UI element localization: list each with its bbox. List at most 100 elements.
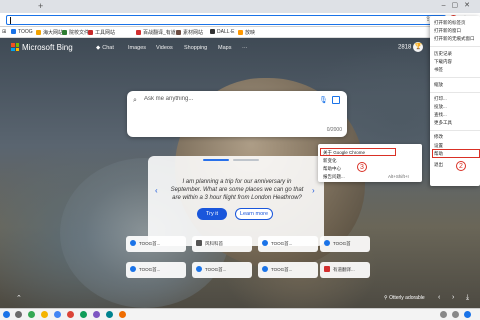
quick-link-tile[interactable]: TOOG首... bbox=[258, 236, 318, 252]
tray-icon[interactable] bbox=[452, 311, 459, 318]
step-marker-2: 2 bbox=[456, 161, 466, 171]
menu-item-zoom[interactable]: 缩放 bbox=[434, 82, 443, 88]
shortcut-label: Alt+Shift+I bbox=[388, 174, 409, 179]
chrome-taskbar-icon[interactable] bbox=[28, 311, 35, 318]
learn-more-button[interactable]: Learn more bbox=[235, 208, 273, 220]
menu-item-more-tools[interactable]: 更多工具 bbox=[434, 120, 452, 126]
app-taskbar-icon[interactable] bbox=[106, 311, 113, 318]
quick-link-tile[interactable]: 风科科首 bbox=[192, 236, 252, 252]
carousel-indicator[interactable] bbox=[233, 159, 259, 161]
bookmarks-bar: ⊞ TOOG 海大网站 院校文件 工具网站 百战翻译_有道 素材网站 DALL·… bbox=[0, 27, 480, 38]
bookmark-item[interactable]: TOOG bbox=[11, 29, 33, 35]
bookmark-item[interactable]: 院校文件 bbox=[62, 29, 89, 36]
carousel-indicator-active[interactable] bbox=[203, 159, 229, 161]
collapse-icon[interactable]: ⌃ bbox=[16, 294, 22, 302]
quick-link-tile[interactable]: TOOG首... bbox=[258, 262, 318, 278]
site-favicon bbox=[196, 240, 202, 246]
nav-shopping[interactable]: Shopping bbox=[184, 45, 207, 51]
apps-icon[interactable]: ⊞ bbox=[2, 29, 6, 35]
quick-link-tile[interactable]: TOOG首 bbox=[320, 236, 370, 252]
menu-item-incognito[interactable]: 打开新的无痕式窗口 bbox=[434, 36, 475, 42]
site-favicon bbox=[130, 240, 136, 246]
bookmark-item[interactable]: 放映 bbox=[238, 29, 255, 36]
nav-images[interactable]: Images bbox=[128, 45, 146, 51]
address-bar[interactable] bbox=[6, 15, 446, 25]
search-box: ⌕ 🎙 0/2000 bbox=[127, 91, 347, 137]
new-tab-button[interactable]: + bbox=[38, 1, 43, 11]
app-taskbar-icon[interactable] bbox=[93, 311, 100, 318]
menu-item-new-tab[interactable]: 打开新的标签页 bbox=[434, 20, 466, 26]
bookmark-item[interactable]: 素材网站 bbox=[176, 29, 203, 36]
nav-chat[interactable]: ◆ Chat bbox=[96, 45, 114, 51]
chat-prompt-text: I am planning a trip for our anniversary… bbox=[170, 179, 304, 201]
previous-image-icon[interactable]: ‹ bbox=[438, 294, 440, 301]
tray-icon[interactable] bbox=[464, 311, 471, 318]
menu-item-exit[interactable]: 退出 bbox=[434, 162, 443, 168]
tray-icon[interactable] bbox=[440, 311, 447, 318]
next-image-icon[interactable]: › bbox=[452, 294, 454, 301]
toolbar: ⇪ ☆ ABP ✱ ⋮ bbox=[0, 13, 480, 27]
menu-divider bbox=[430, 46, 480, 47]
menu-divider bbox=[430, 130, 480, 131]
menu-item-downloads[interactable]: 下载内容 bbox=[434, 59, 452, 65]
menu-item-print[interactable]: 打印... bbox=[434, 96, 447, 102]
chevron-right-icon[interactable]: › bbox=[312, 186, 315, 195]
rewards[interactable]: 2818 🏆 bbox=[398, 42, 424, 52]
rewards-icon: 🏆 bbox=[413, 42, 424, 52]
menu-item-help[interactable]: 帮助 bbox=[434, 151, 443, 157]
nav-more[interactable]: ··· bbox=[242, 45, 248, 51]
menu-item-new-window[interactable]: 打开新的窗口 bbox=[434, 28, 461, 34]
bing-logo[interactable]: Microsoft Bing bbox=[11, 43, 73, 52]
char-count: 0/2000 bbox=[326, 127, 342, 133]
menu-item-edit[interactable]: 修改 bbox=[434, 134, 443, 140]
bookmark-item[interactable]: DALL·E bbox=[210, 29, 235, 35]
microsoft-logo-icon bbox=[11, 43, 19, 51]
search-input[interactable] bbox=[144, 96, 304, 102]
visual-search-icon[interactable] bbox=[332, 96, 340, 104]
bookmark-item[interactable]: 海大网站 bbox=[36, 29, 63, 36]
download-icon[interactable]: ⤓ bbox=[466, 294, 469, 302]
text-caret bbox=[10, 17, 11, 24]
quick-link-tile[interactable]: TOOG首... bbox=[126, 262, 186, 278]
submenu-item-help-center[interactable]: 帮助中心 bbox=[323, 166, 341, 172]
nav-videos[interactable]: Videos bbox=[156, 45, 173, 51]
chat-icon: ◆ bbox=[96, 45, 101, 51]
start-icon[interactable] bbox=[3, 311, 10, 318]
try-it-button[interactable]: Try it bbox=[197, 208, 227, 220]
bookmark-item[interactable]: 工具网站 bbox=[88, 29, 115, 36]
window-controls[interactable]: –▢✕ bbox=[442, 1, 476, 9]
menu-divider bbox=[430, 77, 480, 78]
site-favicon bbox=[324, 266, 330, 272]
menu-item-history[interactable]: 历史记录 bbox=[434, 51, 452, 57]
app-taskbar-icon[interactable] bbox=[54, 311, 61, 318]
submenu-item-report-issue[interactable]: 报告问题... bbox=[323, 174, 345, 180]
search-icon: ⌕ bbox=[133, 97, 137, 104]
chevron-left-icon[interactable]: ‹ bbox=[155, 186, 158, 195]
bookmark-item[interactable]: 百战翻译_有道 bbox=[136, 29, 176, 36]
site-favicon bbox=[196, 266, 202, 272]
points-count: 2818 bbox=[398, 44, 412, 51]
app-taskbar-icon[interactable] bbox=[119, 311, 126, 318]
submenu-item-about-chrome[interactable]: 关于 Google Chrome bbox=[323, 150, 365, 156]
quick-link-tile[interactable]: 有道翻译... bbox=[320, 262, 370, 278]
app-taskbar-icon[interactable] bbox=[67, 311, 74, 318]
menu-divider bbox=[430, 92, 480, 93]
image-location[interactable]: ⚲ Otterly adorable bbox=[384, 295, 425, 301]
quick-link-tile[interactable]: TOOG首... bbox=[126, 236, 186, 252]
menu-item-bookmarks[interactable]: 书签 bbox=[434, 67, 443, 73]
microphone-icon[interactable]: 🎙 bbox=[319, 96, 328, 104]
site-favicon bbox=[262, 240, 268, 246]
step-marker-3: 3 bbox=[357, 162, 367, 172]
menu-item-find[interactable]: 查找... bbox=[434, 112, 447, 118]
submenu-item-whats-new[interactable]: 新变化 bbox=[323, 158, 337, 164]
app-taskbar-icon[interactable] bbox=[80, 311, 87, 318]
chrome-menu: 打开新的标签页 打开新的窗口 打开新的无痕式窗口 历史记录 下载内容 书签 缩放… bbox=[430, 16, 480, 186]
search-taskbar-icon[interactable] bbox=[15, 311, 22, 318]
nav-maps[interactable]: Maps bbox=[218, 45, 231, 51]
quick-link-tile[interactable]: TOOG首... bbox=[192, 262, 252, 278]
bing-header: Microsoft Bing ◆ Chat Images Videos Shopp… bbox=[0, 38, 480, 56]
menu-item-cast[interactable]: 投放... bbox=[434, 104, 447, 110]
chat-suggestion-card: ‹ › I am planning a trip for our anniver… bbox=[148, 156, 324, 246]
explorer-taskbar-icon[interactable] bbox=[41, 311, 48, 318]
site-favicon bbox=[262, 266, 268, 272]
